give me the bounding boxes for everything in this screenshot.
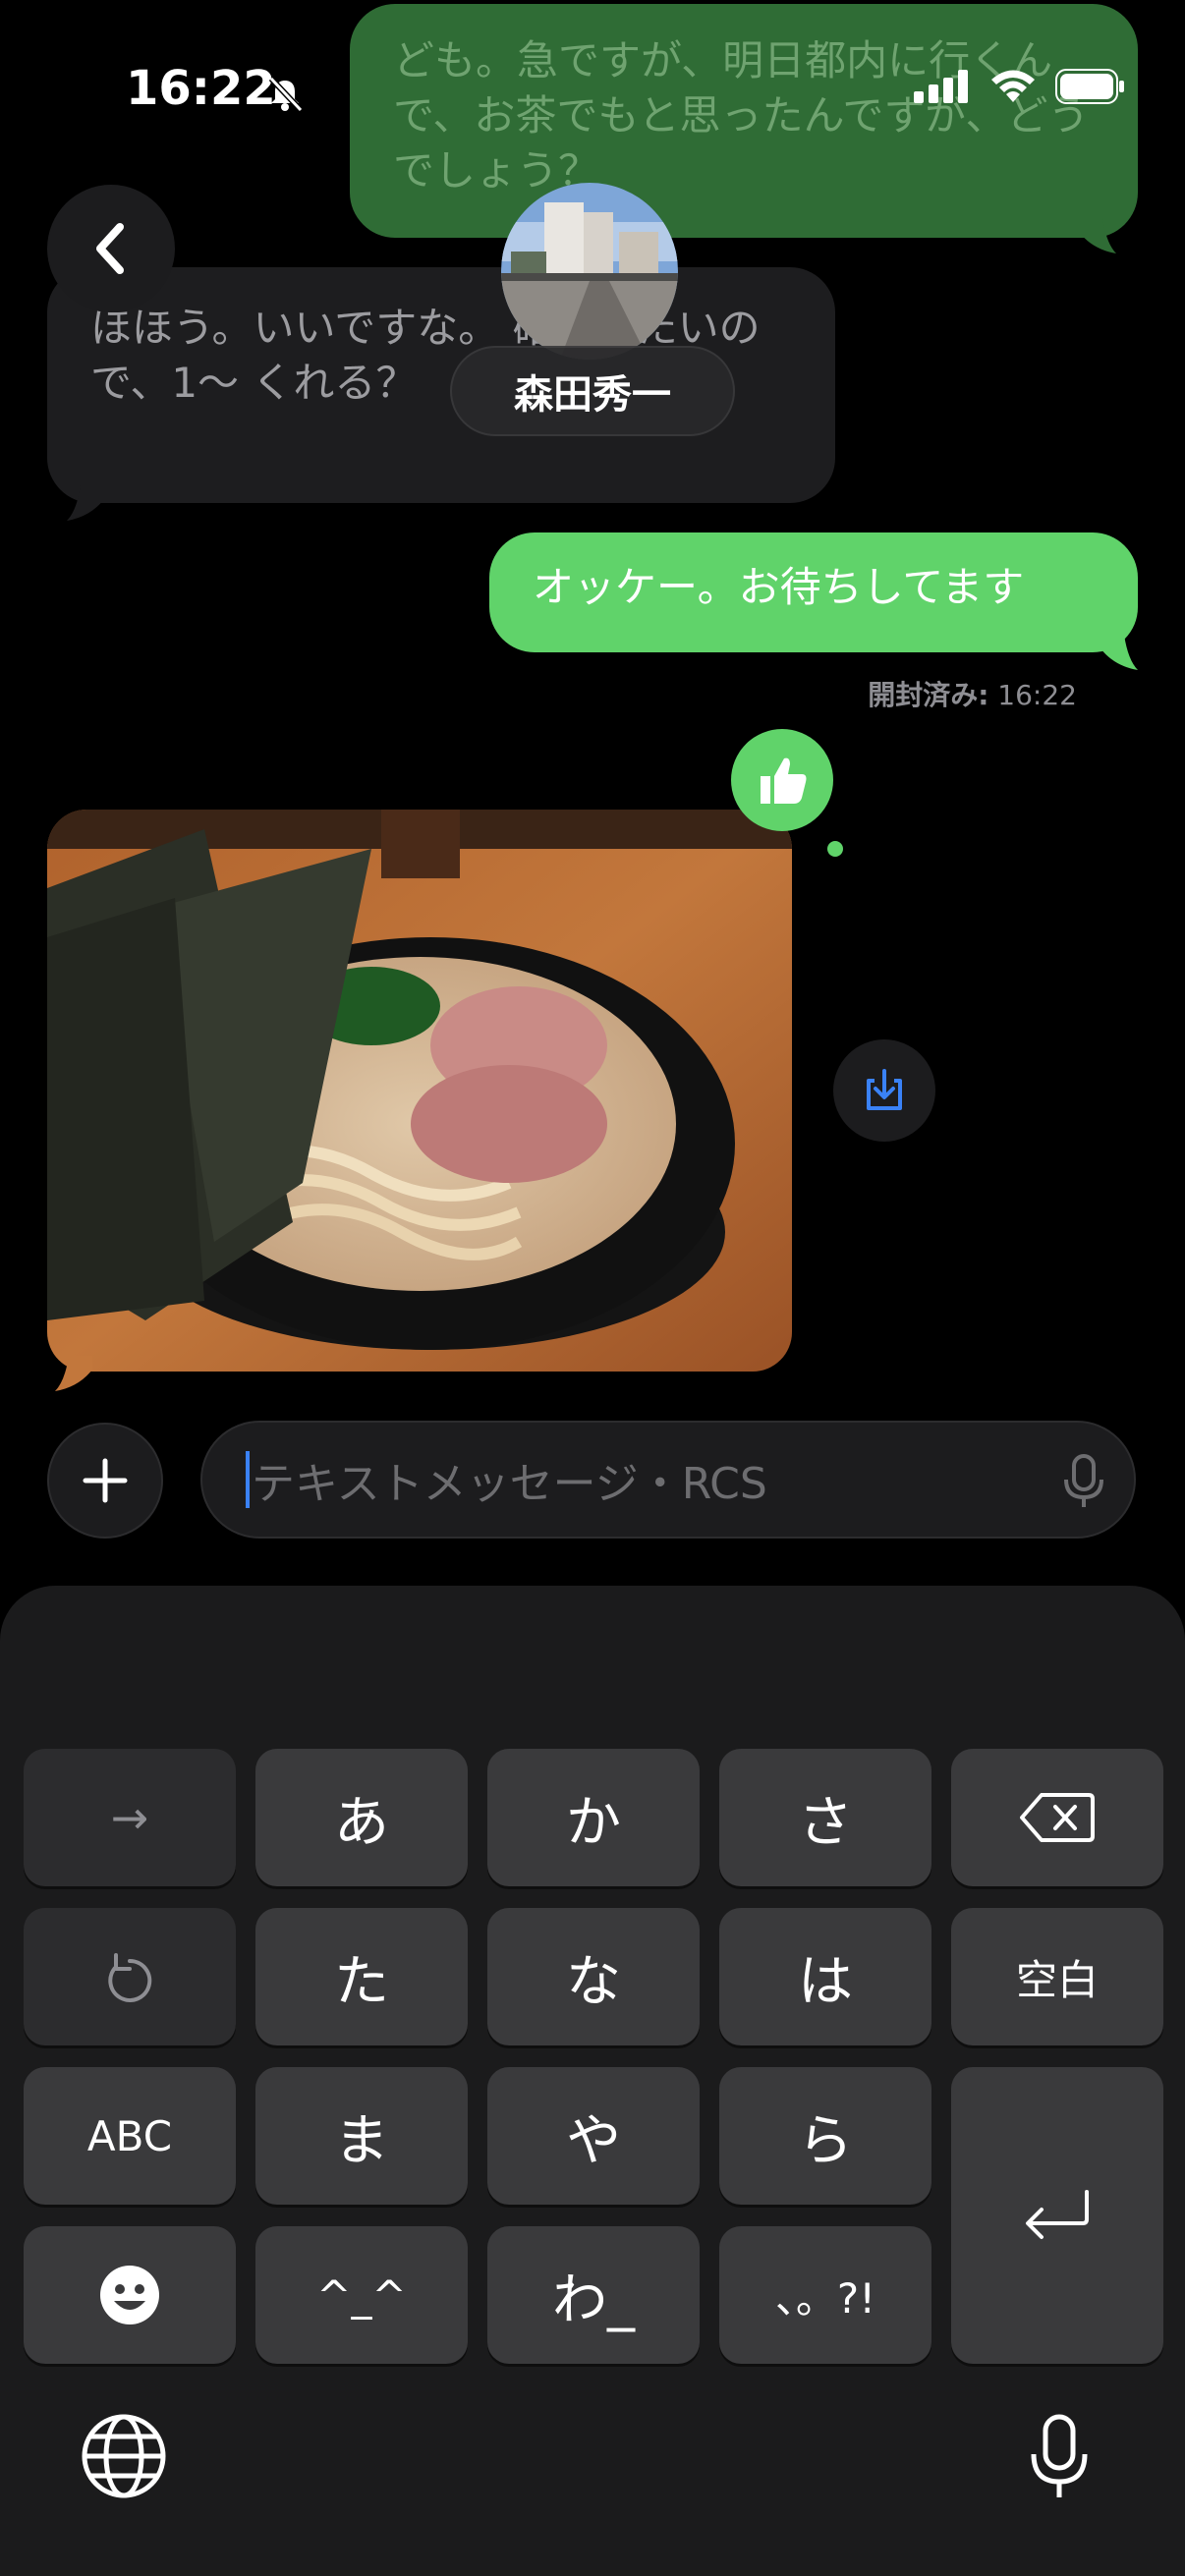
key-ta[interactable]: た xyxy=(255,1908,468,2045)
key-label: わ_ xyxy=(552,2268,635,2332)
key-na[interactable]: な xyxy=(487,1908,700,2045)
text-caret xyxy=(246,1451,250,1508)
key-ya[interactable]: や xyxy=(487,2067,700,2205)
read-receipt-time: 16:22 xyxy=(997,679,1077,711)
message-bubble-outgoing[interactable]: オッケー。お待ちしてます xyxy=(489,532,1138,652)
key-sa[interactable]: さ xyxy=(719,1749,931,1886)
signal-icon xyxy=(914,70,968,103)
key-label: な xyxy=(566,1949,621,2014)
status-icons xyxy=(914,69,1126,104)
key-arrow[interactable]: → xyxy=(24,1749,236,1886)
bubble-tail xyxy=(67,485,104,521)
bubble-tail xyxy=(1079,218,1116,253)
reaction-tail xyxy=(827,841,843,857)
delete-icon xyxy=(1020,1793,1095,1842)
key-ka[interactable]: か xyxy=(487,1749,700,1886)
battery-icon xyxy=(1055,69,1124,104)
key-ha[interactable]: は xyxy=(719,1908,931,2045)
add-attachment-button[interactable] xyxy=(47,1423,163,1539)
key-label: か xyxy=(566,1790,621,1855)
bubble-tail xyxy=(55,1356,92,1391)
key-delete[interactable] xyxy=(951,1749,1163,1886)
dictation-button[interactable] xyxy=(1026,2413,1093,2507)
key-label: は xyxy=(798,1949,853,2014)
key-a[interactable]: あ xyxy=(255,1749,468,1886)
bubble-tail xyxy=(1100,635,1138,670)
download-button[interactable] xyxy=(833,1039,935,1142)
plus-icon xyxy=(83,1458,128,1503)
key-label: た xyxy=(334,1949,389,2014)
key-undo[interactable] xyxy=(24,1908,236,2045)
emoji-icon xyxy=(100,2266,159,2324)
key-punctuation[interactable]: 、。?! xyxy=(719,2226,931,2364)
key-kaomoji[interactable]: ^_^ xyxy=(255,2226,468,2364)
key-ra[interactable]: ら xyxy=(719,2067,931,2205)
thumbs-up-icon xyxy=(761,757,807,804)
key-label: → xyxy=(110,1791,149,1844)
message-text: ども。急ですが、明日都内に行くんで、お茶でもと思ったんですが、どうでしょう？ xyxy=(393,36,1090,195)
message-bubble-outgoing[interactable]: ども。急ですが、明日都内に行くんで、お茶でもと思ったんですが、どうでしょう？ xyxy=(350,4,1138,238)
read-receipt-label: 開封済み: xyxy=(868,679,989,711)
key-label: ABC xyxy=(86,2111,173,2160)
photo-message[interactable] xyxy=(47,810,792,1372)
key-wa[interactable]: わ_ xyxy=(487,2226,700,2364)
return-icon xyxy=(1026,2190,1089,2239)
back-button[interactable] xyxy=(47,185,175,312)
chevron-left-icon xyxy=(96,223,124,274)
contact-avatar[interactable] xyxy=(501,183,678,360)
globe-icon xyxy=(82,2414,166,2498)
key-abc[interactable]: ABC xyxy=(24,2067,236,2205)
read-receipt: 開封済み: 16:22 xyxy=(868,674,1077,713)
undo-icon xyxy=(108,1953,152,2002)
key-label: ら xyxy=(798,2108,853,2173)
key-label: ^_^ xyxy=(316,2270,407,2320)
key-label: あ xyxy=(334,1790,389,1855)
key-space[interactable]: 空白 xyxy=(951,1908,1163,2045)
wifi-icon xyxy=(991,70,1035,102)
silent-mode-icon xyxy=(265,75,305,118)
microphone-icon xyxy=(1031,2414,1088,2497)
key-label: 、。?! xyxy=(774,2273,876,2323)
key-label: や xyxy=(566,2108,621,2173)
globe-button[interactable] xyxy=(81,2413,167,2503)
message-input[interactable]: テキストメッセージ・RCS xyxy=(200,1421,1136,1539)
download-icon xyxy=(867,1069,902,1110)
key-label: 空白 xyxy=(1015,1955,1099,2004)
message-input-placeholder: テキストメッセージ・RCS xyxy=(252,1459,767,1509)
key-ma[interactable]: ま xyxy=(255,2067,468,2205)
message-text: オッケー。お待ちしてます xyxy=(533,563,1025,611)
microphone-icon[interactable] xyxy=(1061,1452,1106,1511)
reaction-badge[interactable] xyxy=(731,729,833,831)
status-time: 16:22 xyxy=(126,61,276,116)
key-return[interactable] xyxy=(951,2067,1163,2364)
key-emoji[interactable] xyxy=(24,2226,236,2364)
key-label: さ xyxy=(798,1790,853,1855)
key-label: ま xyxy=(334,2108,389,2173)
contact-name[interactable]: 森田秀一 xyxy=(450,346,735,436)
